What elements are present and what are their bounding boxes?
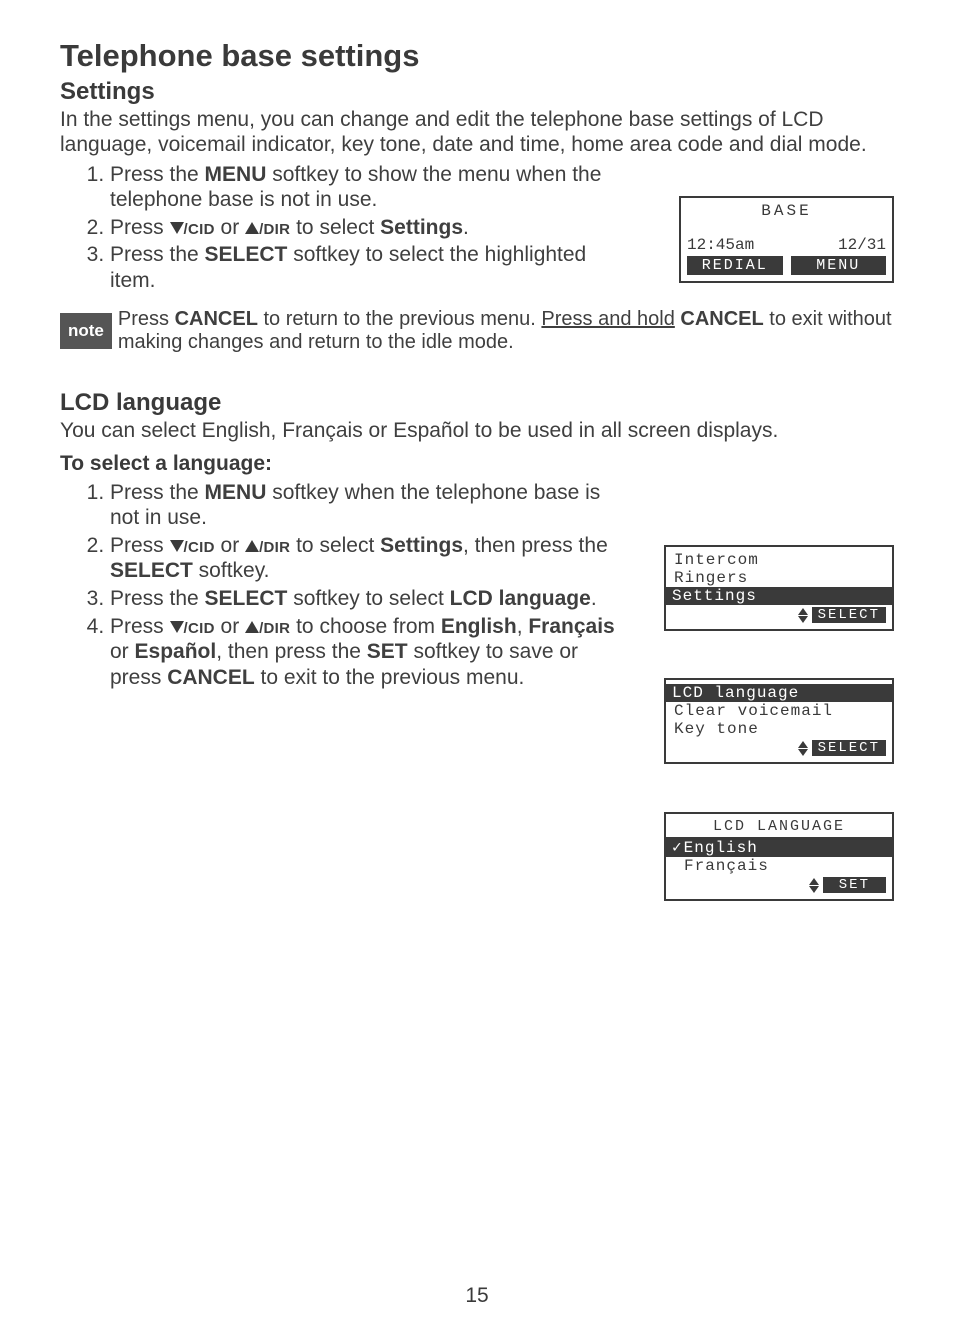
lcd-item-key-tone: Key tone bbox=[672, 720, 886, 738]
note-text: Press CANCEL to return to the previous m… bbox=[118, 308, 894, 355]
lcd-softkey-set: SET bbox=[823, 877, 886, 893]
lcd-item-english-selected: English bbox=[666, 837, 892, 857]
settings-step-1: Press the MENU softkey to show the menu … bbox=[110, 162, 635, 213]
down-arrow-icon bbox=[170, 540, 184, 552]
lcd-item-ringers: Ringers bbox=[672, 569, 886, 587]
settings-step-3: Press the SELECT softkey to select the h… bbox=[110, 242, 635, 293]
settings-steps: Press the MENU softkey to show the menu … bbox=[60, 162, 635, 294]
page-number: 15 bbox=[0, 1284, 954, 1308]
up-arrow-icon bbox=[245, 621, 259, 633]
updown-arrow-icon bbox=[798, 741, 808, 756]
down-arrow-icon bbox=[170, 222, 184, 234]
settings-step-2: Press /CID or /DIR to select Settings. bbox=[110, 215, 635, 241]
lcd-idle-screen: BASE 12:45am 12/31 REDIAL MENU bbox=[679, 196, 894, 283]
section-heading-lcd-language: LCD language bbox=[60, 389, 894, 417]
lcd-item-francais: Français bbox=[672, 857, 886, 875]
lcd-language-intro: You can select English, Français or Espa… bbox=[60, 419, 894, 444]
lang-step-2: Press /CID or /DIR to select Settings, t… bbox=[110, 533, 635, 584]
down-arrow-icon bbox=[170, 621, 184, 633]
lcd-idle-date: 12/31 bbox=[838, 236, 886, 254]
up-arrow-icon bbox=[245, 222, 259, 234]
lang-step-3: Press the SELECT softkey to select LCD l… bbox=[110, 586, 635, 612]
lcd-idle-title: BASE bbox=[687, 202, 886, 220]
lang-step-1: Press the MENU softkey when the telephon… bbox=[110, 480, 635, 531]
page-title: Telephone base settings bbox=[60, 38, 894, 74]
lcd-softkey-redial: REDIAL bbox=[687, 256, 783, 275]
settings-intro: In the settings menu, you can change and… bbox=[60, 108, 894, 158]
lcd-language-title: LCD LANGUAGE bbox=[672, 818, 886, 835]
lcd-settings-menu: LCD language Clear voicemail Key tone SE… bbox=[664, 678, 894, 764]
up-arrow-icon bbox=[245, 540, 259, 552]
note-block: note Press CANCEL to return to the previ… bbox=[60, 308, 894, 355]
lcd-item-intercom: Intercom bbox=[672, 551, 886, 569]
lcd-item-lcd-language-selected: LCD language bbox=[666, 684, 892, 702]
lcd-softkey-select: SELECT bbox=[812, 740, 886, 756]
language-steps: Press the MENU softkey when the telephon… bbox=[60, 480, 635, 691]
updown-arrow-icon bbox=[809, 878, 819, 893]
lcd-softkey-menu: MENU bbox=[791, 256, 887, 275]
lcd-main-menu: Intercom Ringers Settings SELECT bbox=[664, 545, 894, 631]
lang-step-4: Press /CID or /DIR to choose from Englis… bbox=[110, 614, 635, 691]
section-heading-settings: Settings bbox=[60, 78, 894, 106]
lcd-idle-time: 12:45am bbox=[687, 236, 754, 254]
to-select-language-subhead: To select a language: bbox=[60, 452, 894, 476]
lcd-softkey-select: SELECT bbox=[812, 607, 886, 623]
updown-arrow-icon bbox=[798, 608, 808, 623]
note-badge: note bbox=[60, 313, 112, 349]
lcd-language-menu: LCD LANGUAGE English Français SET bbox=[664, 812, 894, 901]
lcd-item-settings-selected: Settings bbox=[666, 587, 892, 605]
lcd-item-clear-voicemail: Clear voicemail bbox=[672, 702, 886, 720]
